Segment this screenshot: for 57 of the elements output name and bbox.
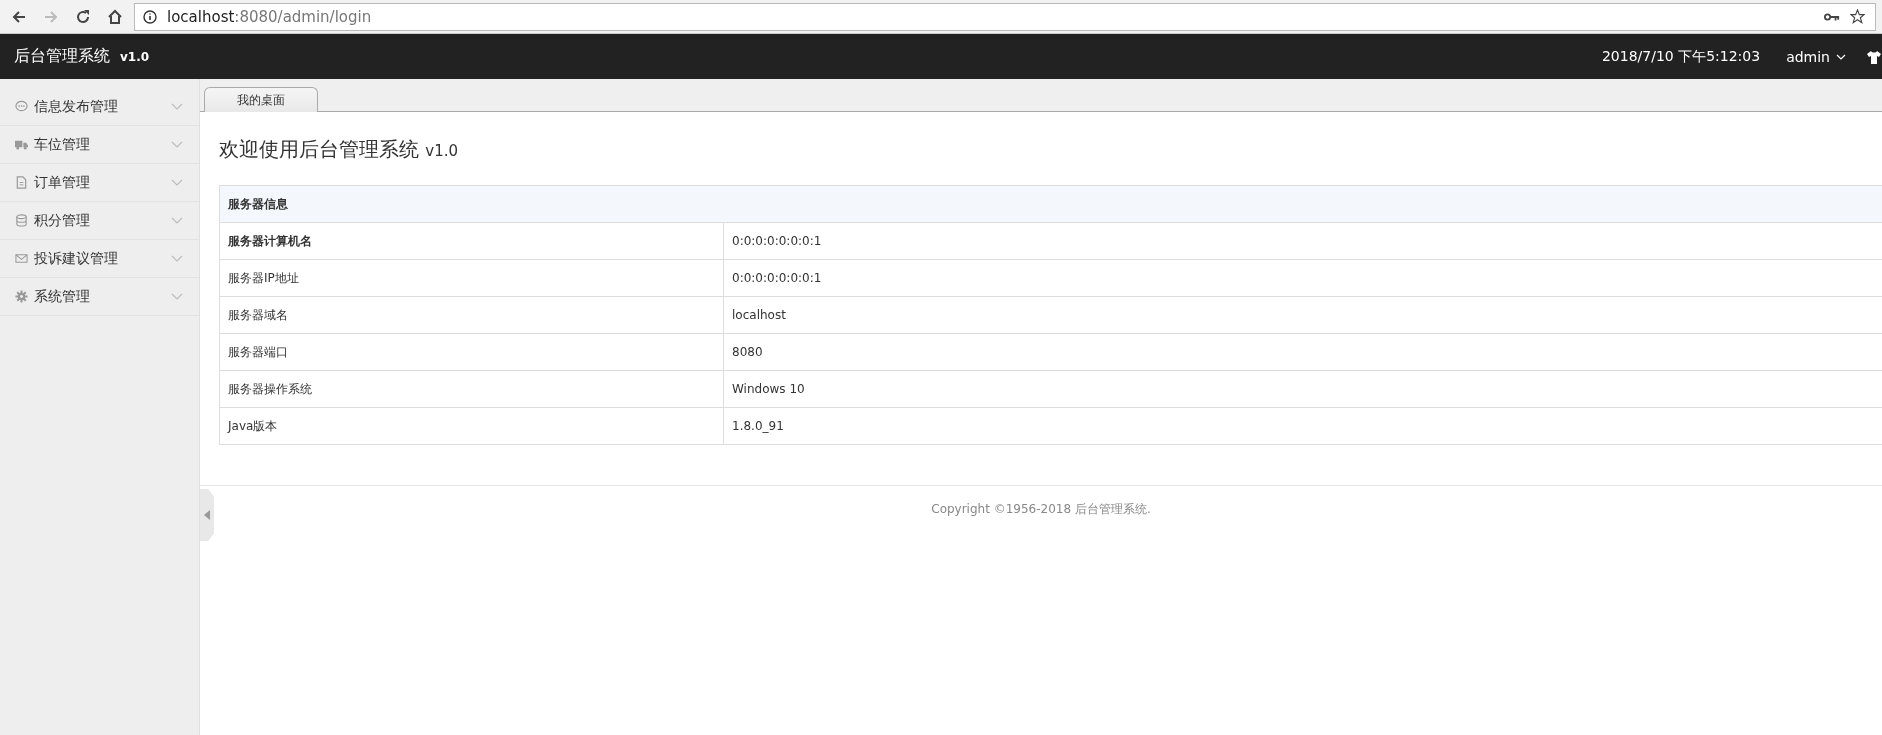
triangle-left-icon (204, 510, 210, 520)
envelope-icon (15, 252, 28, 265)
version-label: v1.0 (120, 49, 150, 64)
welcome-heading: 欢迎使用后台管理系统 v1.0 (219, 136, 460, 163)
table-cell: 服务器端口 (219, 333, 724, 371)
table-cell: 服务器计算机名 (219, 222, 724, 260)
tab[interactable]: 我的桌面 (204, 87, 318, 112)
chevron-down-icon (171, 103, 183, 110)
chevron-down-icon (171, 255, 183, 262)
database-icon (15, 214, 28, 227)
table-cell: 0:0:0:0:0:0:0:1 (723, 222, 1882, 260)
table-heading: 服务器信息 (219, 185, 1882, 223)
app-title: 后台管理系统 (14, 46, 110, 67)
sidebar-item[interactable]: 系统管理 (0, 278, 199, 316)
sidebar-item[interactable]: 信息发布管理 (0, 88, 199, 126)
table-cell: 8080 (723, 333, 1882, 371)
forward-arrow-icon (43, 8, 59, 25)
menu-label: 订单管理 (34, 173, 91, 192)
table-cell: 服务器IP地址 (219, 259, 724, 297)
table-cell: 服务器操作系统 (219, 370, 724, 408)
chevron-down-icon (171, 217, 183, 224)
table-cell: localhost (723, 296, 1882, 334)
back-arrow-icon (11, 8, 27, 25)
sidebar-item[interactable]: 订单管理 (0, 164, 199, 202)
gear-icon (15, 290, 28, 303)
star-icon[interactable] (1850, 9, 1865, 24)
truck-icon (15, 138, 28, 151)
table-cell: Windows 10 (723, 370, 1882, 408)
collapse-handle[interactable] (200, 489, 214, 541)
table-cell: 服务器域名 (219, 296, 724, 334)
menu-label: 系统管理 (34, 287, 91, 306)
info-icon (143, 9, 157, 24)
datetime-text: 2018/7/10 下午5:12:03 (1601, 47, 1761, 66)
home-icon (107, 8, 123, 25)
sidebar-item[interactable]: 投诉建议管理 (0, 240, 199, 278)
url-text: localhost:8080/admin/login (167, 7, 372, 26)
sidebar-item[interactable]: 车位管理 (0, 126, 199, 164)
user-menu[interactable]: admin (1786, 48, 1846, 65)
chevron-down-icon (171, 141, 183, 148)
sidebar-item[interactable]: 积分管理 (0, 202, 199, 240)
menu-label: 积分管理 (34, 211, 91, 230)
chevron-down-icon (1836, 53, 1846, 60)
reload-icon (75, 8, 91, 25)
menu-label: 投诉建议管理 (34, 249, 119, 268)
document-icon (15, 176, 28, 189)
chat-icon (15, 100, 28, 113)
chevron-down-icon (171, 179, 183, 186)
table-cell: Java版本 (219, 407, 724, 445)
shirt-icon[interactable] (1866, 49, 1882, 64)
address-bar[interactable]: localhost:8080/admin/login (134, 2, 1876, 31)
menu-label: 车位管理 (34, 135, 91, 154)
chevron-down-icon (171, 293, 183, 300)
key-icon[interactable] (1824, 11, 1840, 22)
table-cell: 1.8.0_91 (723, 407, 1882, 445)
table-cell: 0:0:0:0:0:0:0:1 (723, 259, 1882, 297)
copyright-text: Copyright ©1956-2018 后台管理系统. (931, 502, 1151, 516)
menu-label: 信息发布管理 (34, 97, 119, 116)
